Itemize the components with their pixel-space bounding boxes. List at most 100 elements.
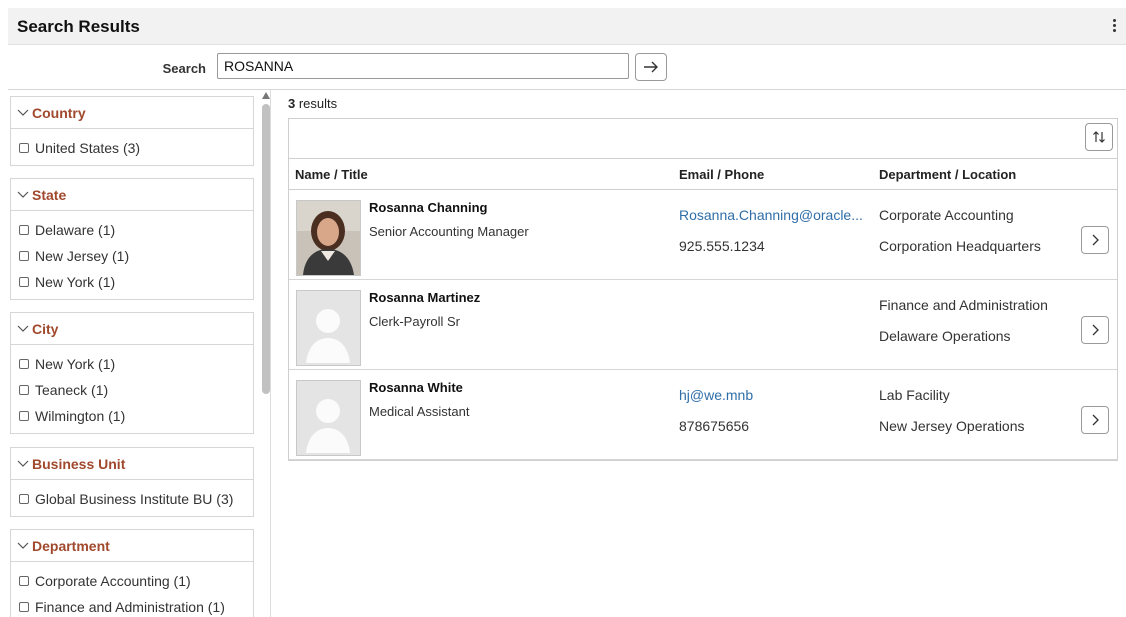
title-bar: Search Results (8, 8, 1126, 45)
facet-city: City New York (1) Teaneck (1) Wilmington… (10, 312, 254, 434)
checkbox[interactable] (19, 143, 29, 153)
email-link[interactable]: Rosanna.Channing@oracle... (679, 207, 863, 223)
facet-option[interactable]: New York (1) (19, 269, 253, 295)
employee-name: Rosanna White (369, 380, 463, 395)
facet-option-label: Wilmington (1) (35, 408, 126, 424)
facet-header-country[interactable]: Country (11, 97, 253, 129)
results-grid: Name / Title Email / Phone Department / … (288, 118, 1118, 461)
kebab-menu-icon[interactable] (1108, 17, 1120, 37)
facet-header-city[interactable]: City (11, 313, 253, 345)
facet-option-label: Teaneck (1) (35, 382, 109, 398)
scroll-up-icon[interactable] (262, 92, 270, 99)
arrow-right-icon (644, 61, 658, 73)
facet-option[interactable]: Corporate Accounting (1) (19, 568, 253, 594)
column-header-department: Department / Location (879, 167, 1017, 182)
checkbox[interactable] (19, 225, 29, 235)
phone-number: 878675656 (679, 418, 750, 434)
job-title: Medical Assistant (369, 404, 470, 419)
employee-name: Rosanna Martinez (369, 290, 481, 305)
row-details-button[interactable] (1081, 406, 1109, 434)
facet-title: Business Unit (32, 455, 126, 472)
facet-header-state[interactable]: State (11, 179, 253, 211)
facet-title: State (32, 186, 67, 203)
page-title: Search Results (17, 17, 140, 36)
employee-photo (296, 200, 361, 276)
placeholder-avatar-icon (296, 290, 361, 366)
chevron-right-icon (1092, 324, 1099, 336)
facet-title: Country (32, 104, 86, 121)
facet-option-label: New York (1) (35, 274, 116, 290)
department: Lab Facility (879, 387, 950, 403)
checkbox[interactable] (19, 251, 29, 261)
search-input[interactable] (217, 53, 629, 79)
facet-panel: Country United States (3) State Delaware… (8, 90, 260, 617)
chevron-down-icon (17, 325, 29, 332)
email-link[interactable]: hj@we.mnb (679, 387, 753, 403)
job-title: Senior Accounting Manager (369, 224, 529, 239)
checkbox[interactable] (19, 576, 29, 586)
facet-option-label: Global Business Institute BU (3) (35, 491, 234, 507)
facet-option[interactable]: Global Business Institute BU (3) (19, 486, 253, 512)
facet-option-label: Delaware (1) (35, 222, 116, 238)
checkbox[interactable] (19, 385, 29, 395)
checkbox[interactable] (19, 411, 29, 421)
facet-title: Department (32, 537, 110, 554)
checkbox[interactable] (19, 277, 29, 287)
facet-option[interactable]: Finance and Administration (1) (19, 594, 253, 617)
result-row[interactable]: Rosanna Martinez Clerk-Payroll Sr Financ… (289, 280, 1117, 370)
chevron-down-icon (17, 191, 29, 198)
placeholder-avatar-icon (296, 380, 361, 456)
row-details-button[interactable] (1081, 316, 1109, 344)
facet-scrollbar[interactable] (260, 90, 272, 617)
location: Corporation Headquarters (879, 238, 1041, 254)
chevron-down-icon (17, 542, 29, 549)
grid-header: Name / Title Email / Phone Department / … (289, 158, 1117, 190)
result-row[interactable]: Rosanna White Medical Assistant hj@we.mn… (289, 370, 1117, 460)
search-go-button[interactable] (635, 53, 667, 81)
facet-department: Department Corporate Accounting (1) Fina… (10, 529, 254, 617)
facet-country: Country United States (3) (10, 96, 254, 166)
facet-option-label: Finance and Administration (1) (35, 599, 225, 615)
search-bar: Search (8, 45, 1126, 90)
chevron-right-icon (1092, 234, 1099, 246)
facet-option[interactable]: New York (1) (19, 351, 253, 377)
facet-option[interactable]: Teaneck (1) (19, 377, 253, 403)
facet-option-label: New York (1) (35, 356, 116, 372)
facet-option[interactable]: Delaware (1) (19, 217, 253, 243)
facet-option[interactable]: United States (3) (19, 135, 253, 161)
checkbox[interactable] (19, 359, 29, 369)
chevron-right-icon (1092, 414, 1099, 426)
chevron-down-icon (17, 109, 29, 116)
location: Delaware Operations (879, 328, 1011, 344)
facet-option-label: United States (3) (35, 140, 141, 156)
result-count-label: results (295, 96, 338, 111)
facet-header-business-unit[interactable]: Business Unit (11, 448, 253, 480)
facet-option[interactable]: New Jersey (1) (19, 243, 253, 269)
chevron-down-icon (17, 460, 29, 467)
location: New Jersey Operations (879, 418, 1025, 434)
column-header-email: Email / Phone (679, 167, 765, 182)
facet-option-label: New Jersey (1) (35, 248, 130, 264)
department: Corporate Accounting (879, 207, 1014, 223)
employee-name: Rosanna Channing (369, 200, 488, 215)
sort-button[interactable] (1085, 123, 1113, 151)
scrollbar-track (270, 90, 271, 617)
job-title: Clerk-Payroll Sr (369, 314, 461, 329)
result-count: 3 results (288, 96, 337, 111)
facet-option-label: Corporate Accounting (1) (35, 573, 191, 589)
checkbox[interactable] (19, 602, 29, 612)
result-row[interactable]: Rosanna Channing Senior Accounting Manag… (289, 190, 1117, 280)
column-header-name: Name / Title (295, 167, 368, 182)
facet-business-unit: Business Unit Global Business Institute … (10, 447, 254, 517)
sort-icon (1093, 131, 1105, 143)
department: Finance and Administration (879, 297, 1048, 313)
checkbox[interactable] (19, 494, 29, 504)
facet-title: City (32, 320, 59, 337)
facet-state: State Delaware (1) New Jersey (1) New Yo… (10, 178, 254, 300)
search-label: Search (162, 61, 206, 76)
scrollbar-thumb[interactable] (262, 104, 270, 394)
facet-option[interactable]: Wilmington (1) (19, 403, 253, 429)
row-details-button[interactable] (1081, 226, 1109, 254)
facet-header-department[interactable]: Department (11, 530, 253, 562)
phone-number: 925.555.1234 (679, 238, 765, 254)
